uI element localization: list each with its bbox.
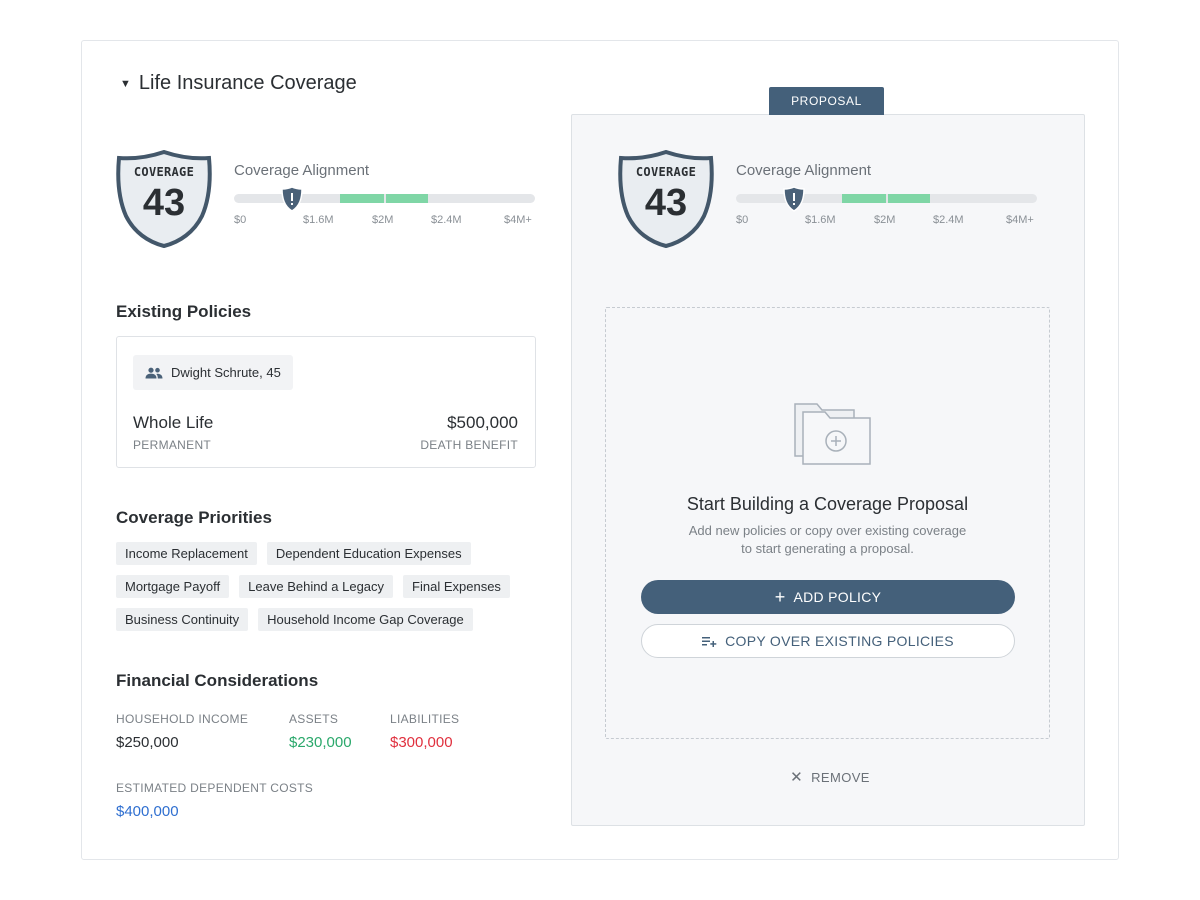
- empty-state-subtitle-line: to start generating a proposal.: [741, 541, 914, 556]
- household-income-value: $250,000: [116, 734, 179, 751]
- dependent-costs-label: ESTIMATED DEPENDENT COSTS: [116, 781, 314, 795]
- existing-policies-heading: Existing Policies: [116, 302, 252, 321]
- range-segment: [340, 194, 384, 203]
- tick-label: $2M: [372, 214, 394, 226]
- score-marker-icon: [281, 186, 303, 212]
- insured-person-chip: Dwight Schrute, 45: [133, 355, 293, 390]
- plus-icon: +: [774, 587, 786, 607]
- policy-amount-label: DEATH BENEFIT: [420, 438, 518, 452]
- tick-label: $4M+: [504, 214, 532, 226]
- alignment-track: [234, 194, 535, 203]
- alignment-title: Coverage Alignment: [736, 162, 872, 179]
- add-policy-label: ADD POLICY: [793, 589, 882, 605]
- assets-value: $230,000: [289, 734, 352, 751]
- coverage-score: 43: [142, 182, 186, 224]
- priority-tag: Income Replacement: [116, 542, 257, 565]
- priority-tag: Household Income Gap Coverage: [258, 608, 473, 631]
- remove-label: REMOVE: [811, 769, 870, 785]
- policy-card[interactable]: Dwight Schrute, 45 Whole Life PERMANENT …: [116, 336, 536, 468]
- coverage-score-existing: COVERAGE 43 Coverage Alignment $0 $1.6M …: [116, 149, 546, 250]
- range-segment: [842, 194, 886, 203]
- proposal-tab[interactable]: PROPOSAL: [769, 87, 884, 115]
- insured-person-name: Dwight Schrute, 45: [171, 365, 281, 380]
- financial-considerations-heading: Financial Considerations: [116, 671, 319, 690]
- coverage-score-proposal: COVERAGE 43 Coverage Alignment $0 $1.6M …: [618, 149, 1048, 250]
- copy-existing-label: COPY OVER EXISTING POLICIES: [725, 633, 954, 649]
- tick-label: $1.6M: [805, 214, 836, 226]
- priority-tags: Income Replacement Dependent Education E…: [116, 542, 546, 641]
- empty-state-subtitle-line: Add new policies or copy over existing c…: [688, 523, 967, 538]
- section-title: Life Insurance Coverage: [138, 72, 357, 94]
- policy-name: Whole Life: [133, 413, 214, 432]
- policy-type: PERMANENT: [133, 438, 212, 452]
- priority-tag: Dependent Education Expenses: [266, 542, 471, 565]
- range-segment: [888, 194, 930, 203]
- section-header[interactable]: ▼ Life Insurance Coverage: [120, 72, 357, 95]
- alignment-track: [736, 194, 1037, 203]
- tick-label: $2.4M: [431, 214, 462, 226]
- badge-label: COVERAGE: [635, 165, 697, 179]
- priority-tag: Business Continuity: [116, 608, 249, 631]
- score-marker-icon: [783, 186, 805, 212]
- tick-label: $0: [736, 214, 749, 226]
- add-policy-button[interactable]: + ADD POLICY: [641, 580, 1015, 614]
- coverage-shield-badge: COVERAGE 43: [618, 149, 714, 249]
- coverage-priorities-heading: Coverage Priorities: [116, 508, 272, 527]
- dependent-costs-value: $400,000: [116, 803, 179, 820]
- tick-label: $1.6M: [303, 214, 334, 226]
- liabilities-label: LIABILITIES: [390, 712, 460, 726]
- range-segment: [386, 194, 428, 203]
- caret-down-icon[interactable]: ▼: [120, 78, 131, 90]
- close-icon: ✕: [790, 769, 804, 786]
- priority-tag: Leave Behind a Legacy: [239, 575, 394, 598]
- policy-amount: $500,000: [447, 413, 518, 432]
- coverage-shield-badge: COVERAGE 43: [116, 149, 212, 249]
- household-income-label: HOUSEHOLD INCOME: [116, 712, 249, 726]
- tick-label: $2M: [874, 214, 896, 226]
- remove-button[interactable]: ✕ REMOVE: [760, 768, 900, 786]
- badge-label: COVERAGE: [133, 165, 195, 179]
- folder-add-icon: [794, 403, 871, 465]
- liabilities-value: $300,000: [390, 734, 453, 751]
- priority-tag: Mortgage Payoff: [116, 575, 230, 598]
- people-icon: [145, 367, 163, 378]
- alignment-title: Coverage Alignment: [234, 162, 370, 179]
- playlist-add-icon: [702, 636, 717, 647]
- copy-existing-policies-button[interactable]: COPY OVER EXISTING POLICIES: [641, 624, 1015, 658]
- tick-label: $0: [234, 214, 247, 226]
- tick-label: $2.4M: [933, 214, 964, 226]
- empty-state-subtitle: Add new policies or copy over existing c…: [606, 522, 1049, 558]
- tick-label: $4M+: [1006, 214, 1034, 226]
- empty-state-title: Start Building a Coverage Proposal: [686, 494, 969, 514]
- assets-label: ASSETS: [289, 712, 339, 726]
- priority-tag: Final Expenses: [403, 575, 510, 598]
- coverage-score: 43: [644, 182, 688, 224]
